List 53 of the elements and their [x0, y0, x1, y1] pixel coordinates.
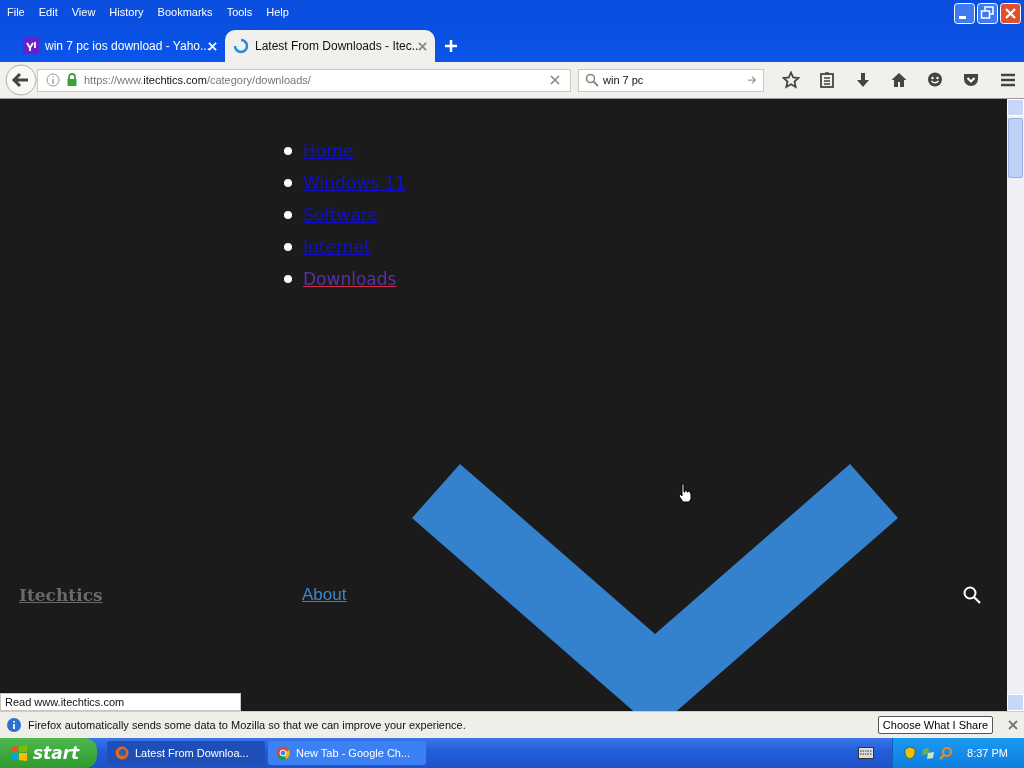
menu-item[interactable]: File	[7, 6, 25, 18]
browser-tab[interactable]: win 7 pc ios download - Yaho...	[15, 30, 225, 62]
clock-text: 8:37 PM	[967, 747, 1008, 759]
menu-item[interactable]: Bookmarks	[157, 6, 213, 18]
favicon-icon	[23, 38, 39, 54]
new-tab-icon[interactable]	[445, 40, 457, 52]
clear-icon[interactable]	[550, 75, 560, 85]
loading-icon	[233, 38, 249, 54]
restore-button[interactable]	[977, 2, 998, 24]
search-bar[interactable]: win 7 pc	[578, 68, 764, 92]
status-text: Read www.itechtics.com	[0, 693, 241, 711]
url-text: https://www.itechtics.com/category/downloads/	[84, 74, 312, 86]
menu-item[interactable]: History	[109, 6, 144, 18]
about-link[interactable]: About	[302, 585, 347, 605]
network-icon[interactable]	[921, 746, 936, 760]
bullet-icon	[284, 243, 292, 251]
search-icon	[585, 73, 599, 87]
clipboard-icon[interactable]	[818, 71, 836, 89]
bullet-icon	[284, 147, 292, 155]
taskbar-button[interactable]: New Tab - Google Ch...	[268, 741, 426, 765]
choose-share-button[interactable]: Choose What I Share	[877, 716, 993, 734]
address-field[interactable]: https://www.itechtics.com/category/downloads/	[37, 68, 571, 92]
windows-flag-icon	[10, 744, 28, 762]
close-button[interactable]	[1000, 2, 1021, 24]
pocket-icon[interactable]	[962, 71, 980, 89]
bullet-icon	[284, 211, 292, 219]
home-icon[interactable]	[890, 71, 908, 89]
back-button[interactable]	[5, 64, 37, 96]
menu-item[interactable]: View	[71, 6, 96, 18]
scrollbar[interactable]	[1007, 99, 1024, 711]
hand-cursor-icon	[678, 483, 692, 503]
bullet-icon	[284, 179, 292, 187]
close-icon[interactable]	[1008, 720, 1018, 730]
notification-text: Firefox automatically sends some data to Mozilla so that we can improve your experience.	[28, 719, 467, 731]
minimize-button[interactable]	[954, 2, 975, 24]
search-field[interactable]: win 7 pc	[603, 74, 743, 86]
download-icon[interactable]	[854, 71, 872, 89]
taskbar-button[interactable]: Latest From Downloa...	[107, 741, 265, 765]
bullet-icon	[284, 275, 292, 283]
keyboard-icon[interactable]	[858, 747, 875, 759]
info-icon	[7, 718, 21, 732]
menu-item[interactable]: Help	[266, 6, 289, 18]
globe-icon	[115, 746, 129, 760]
shield-icon[interactable]	[903, 746, 918, 760]
search-icon[interactable]	[963, 586, 981, 604]
smiley-icon[interactable]	[926, 71, 944, 89]
menu-item[interactable]: Tools	[226, 6, 253, 18]
browser-tab[interactable]: Latest From Downloads - Itec...	[225, 30, 435, 62]
menu-icon[interactable]	[999, 71, 1017, 89]
star-icon[interactable]	[782, 71, 800, 89]
menu-item[interactable]: Edit	[38, 6, 58, 18]
lock-icon	[65, 73, 79, 87]
circle-icon	[276, 746, 290, 760]
